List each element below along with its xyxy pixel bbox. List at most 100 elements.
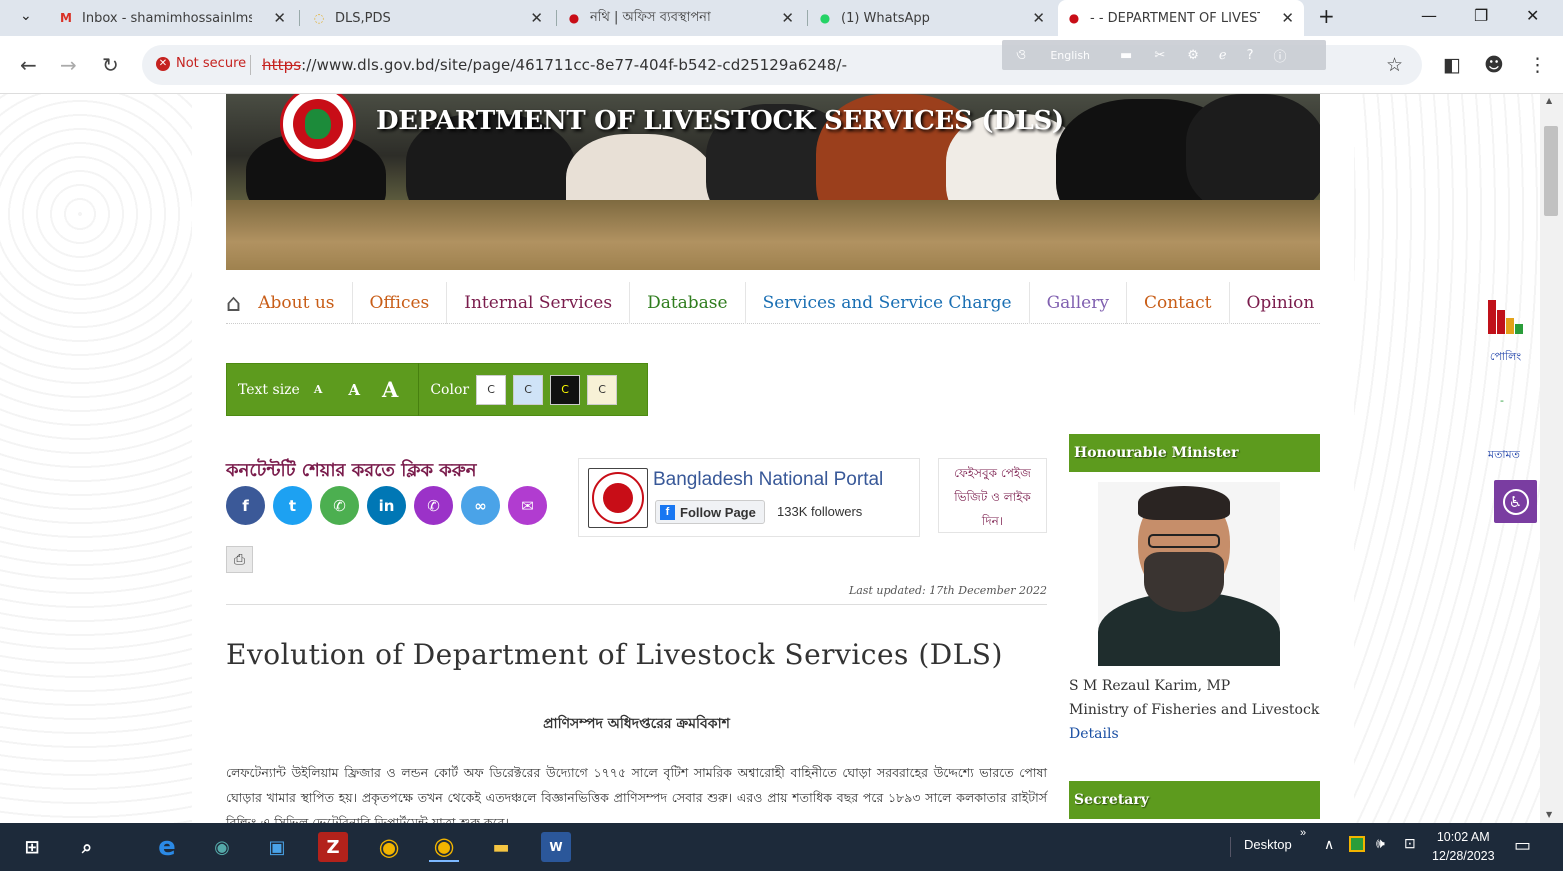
divider (418, 363, 420, 416)
tray-app-icon[interactable] (1349, 836, 1365, 852)
tab-whatsapp[interactable]: ● (1) WhatsApp ✕ (809, 0, 1055, 36)
menu-database[interactable]: Database (630, 281, 746, 324)
reload-icon[interactable]: ↻ (102, 53, 119, 77)
twitter-share-icon[interactable]: t (273, 486, 312, 525)
print-icon[interactable]: ⎙ (226, 546, 253, 573)
divider (250, 55, 251, 75)
scrollbar-thumb[interactable] (1544, 126, 1558, 216)
menu-contact[interactable]: Contact (1127, 281, 1230, 324)
whatsapp-icon: ● (819, 11, 831, 25)
minister-ministry: Ministry of Fisheries and Livestock (1069, 702, 1320, 718)
close-icon[interactable]: ✕ (1032, 9, 1045, 27)
opinion-widget[interactable]: মতামত (1488, 446, 1520, 465)
close-icon[interactable]: ✕ (530, 9, 543, 27)
minister-details-link[interactable]: Details (1069, 726, 1119, 742)
accessibility-button[interactable]: ♿ (1494, 480, 1537, 523)
color-cream-button[interactable]: C (587, 374, 618, 405)
settings-icon[interactable]: ⚙ (1187, 48, 1199, 63)
viber-share-icon[interactable]: ✆ (414, 486, 453, 525)
word-icon[interactable]: W (541, 832, 571, 862)
article-subtitle: প্রাণিসম্পদ অধিদপ্তরের ক্রমবিকাশ (543, 716, 730, 732)
banner-grass (226, 200, 1320, 270)
linkedin-share-icon[interactable]: in (367, 486, 406, 525)
close-icon[interactable]: ✕ (1281, 9, 1294, 27)
tool-icon[interactable]: ✂ (1154, 48, 1165, 63)
new-tab-button[interactable]: + (1318, 4, 1335, 28)
translate-toolbar[interactable]: ও English ▬ ✂ ⚙ ℯ ? ⓘ (1002, 40, 1326, 70)
edge-icon[interactable]: e (152, 832, 182, 862)
color-dark-button[interactable]: C (550, 374, 581, 405)
portal-logo (588, 468, 648, 528)
tool-icon[interactable]: ▬ (1120, 48, 1132, 63)
restore-button[interactable]: ❐ (1474, 6, 1488, 25)
last-updated: Last updated: 17th December 2022 (848, 584, 1047, 597)
volume-icon[interactable]: 🕪 (1376, 835, 1385, 852)
chrome-icon[interactable]: ◉ (374, 832, 404, 862)
copy-link-icon[interactable]: ∞ (461, 486, 500, 525)
text-size-medium-button[interactable]: A (348, 381, 360, 399)
scroll-down-icon[interactable]: ▼ (1546, 810, 1552, 819)
close-icon[interactable]: ✕ (273, 9, 286, 27)
page-scrollbar[interactable]: ▲ ▼ (1540, 94, 1563, 823)
scroll-up-icon[interactable]: ▲ (1546, 96, 1552, 105)
tab-search-icon[interactable]: ⌄ (20, 8, 32, 24)
minimize-button[interactable]: — (1421, 6, 1437, 25)
menu-services-and-service-charge[interactable]: Services and Service Charge (746, 281, 1030, 324)
side-panel-icon[interactable]: ◧ (1443, 54, 1461, 76)
divider (226, 604, 1047, 605)
security-indicator[interactable]: ✕ Not secure (156, 56, 246, 71)
close-icon[interactable]: ✕ (781, 9, 794, 27)
home-icon[interactable]: ⌂ (226, 289, 241, 317)
windows-start-icon[interactable]: ⊞ (17, 832, 47, 862)
file-explorer-icon[interactable]: ▬ (486, 832, 516, 862)
color-blue-button[interactable]: C (513, 374, 544, 405)
menu-kebab-icon[interactable]: ⋮ (1528, 54, 1547, 76)
search-icon[interactable]: ⌕ (72, 832, 102, 862)
tab-dls-pds[interactable]: ◌ DLS,PDS ✕ (303, 0, 553, 36)
menu-about-us[interactable]: About us (241, 281, 353, 324)
desktop-toolbar[interactable]: Desktop (1244, 837, 1292, 852)
menu-gallery[interactable]: Gallery (1030, 281, 1127, 324)
text-size-large-button[interactable]: A (382, 377, 398, 402)
poll-widget[interactable]: পোলিং (1488, 300, 1523, 367)
follow-page-button[interactable]: f Follow Page (655, 500, 765, 524)
bookmark-star-icon[interactable]: ☆ (1386, 54, 1403, 76)
text-size-small-button[interactable]: A (314, 383, 323, 396)
app-icon[interactable]: ◉ (207, 832, 237, 862)
network-icon[interactable]: ⊡ (1404, 835, 1416, 852)
help-icon[interactable]: ? (1247, 48, 1254, 63)
close-window-button[interactable]: ✕ (1526, 6, 1539, 25)
tab-nothi[interactable]: ● নথি | অফিস ব্যবস্থাপনা ✕ (558, 0, 804, 36)
banner-title: DEPARTMENT OF LIVESTOCK SERVICES (DLS) (376, 106, 1064, 136)
tray-up-icon[interactable]: ∧ (1324, 836, 1334, 853)
menu-offices[interactable]: Offices (353, 281, 448, 324)
clock[interactable]: 10:02 AM 12/28/2023 (1432, 828, 1495, 866)
tab-gmail[interactable]: M Inbox - shamimhossainlms@ ✕ (50, 0, 296, 36)
messenger-share-icon[interactable]: ✉ (508, 486, 547, 525)
info-icon[interactable]: ⓘ (1274, 46, 1287, 65)
language-select[interactable]: English (1050, 49, 1090, 62)
color-white-button[interactable]: C (476, 374, 507, 405)
chrome-active-icon[interactable]: ◉ (429, 832, 459, 862)
filezilla-icon[interactable]: Z (318, 832, 348, 862)
app-icon[interactable]: ▣ (262, 832, 292, 862)
whatsapp-share-icon[interactable]: ✆ (320, 486, 359, 525)
divider-mark: - (1500, 394, 1504, 407)
menu-opinion[interactable]: Opinion (1230, 282, 1332, 324)
url-text[interactable]: https://www.dls.gov.bd/site/page/461711c… (262, 56, 847, 74)
profile-avatar[interactable]: ☻ (1484, 54, 1504, 76)
banner-cow (1186, 94, 1320, 214)
facebook-page-name[interactable]: Bangladesh National Portal (653, 469, 883, 491)
facebook-visit-link[interactable]: ফেইসবুক পেইজ ভিজিট ও লাইক দিন। (938, 458, 1047, 533)
tab-dls-active[interactable]: ● - - DEPARTMENT OF LIVESTO ✕ (1058, 0, 1304, 36)
chevron-icon[interactable]: » (1300, 827, 1306, 839)
facebook-share-icon[interactable]: f (226, 486, 265, 525)
forward-arrow-icon[interactable]: → (60, 53, 77, 77)
browser-icon[interactable]: ℯ (1219, 48, 1227, 63)
menu-internal-services[interactable]: Internal Services (447, 281, 631, 324)
translate-icon[interactable]: ও (1016, 43, 1026, 67)
gmail-icon: M (60, 11, 72, 25)
back-arrow-icon[interactable]: ← (20, 53, 37, 77)
notification-icon[interactable]: ▭ (1514, 835, 1531, 856)
browser-toolbar: ← → ↻ ✕ Not secure https://www.dls.gov.b… (0, 36, 1563, 94)
